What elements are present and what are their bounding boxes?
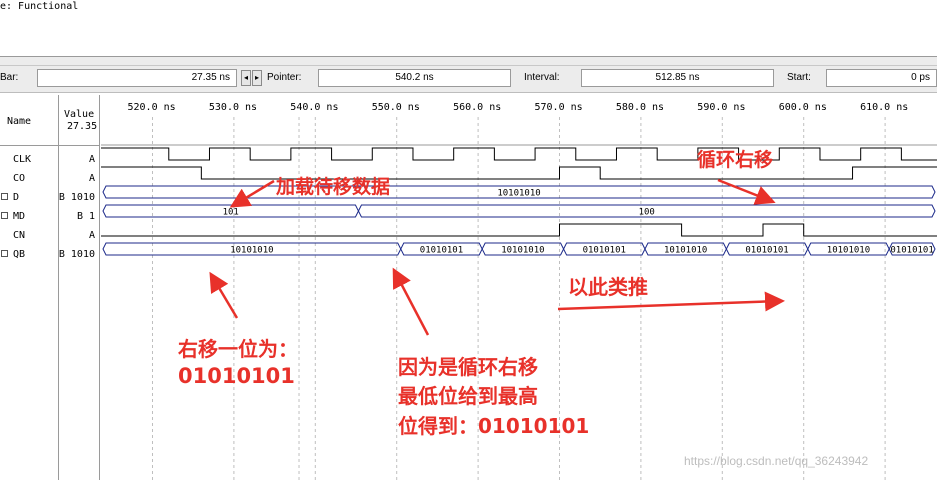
load-arrow [229,179,275,208]
watermark: https://blog.csdn.net/qq_36243942 [684,454,869,468]
and-so-on-arrow [557,291,785,312]
annotation-arrows [209,178,785,336]
shift-result-arrow [209,271,239,319]
reason-arrow [392,267,430,336]
cycle-arrow [717,178,776,205]
